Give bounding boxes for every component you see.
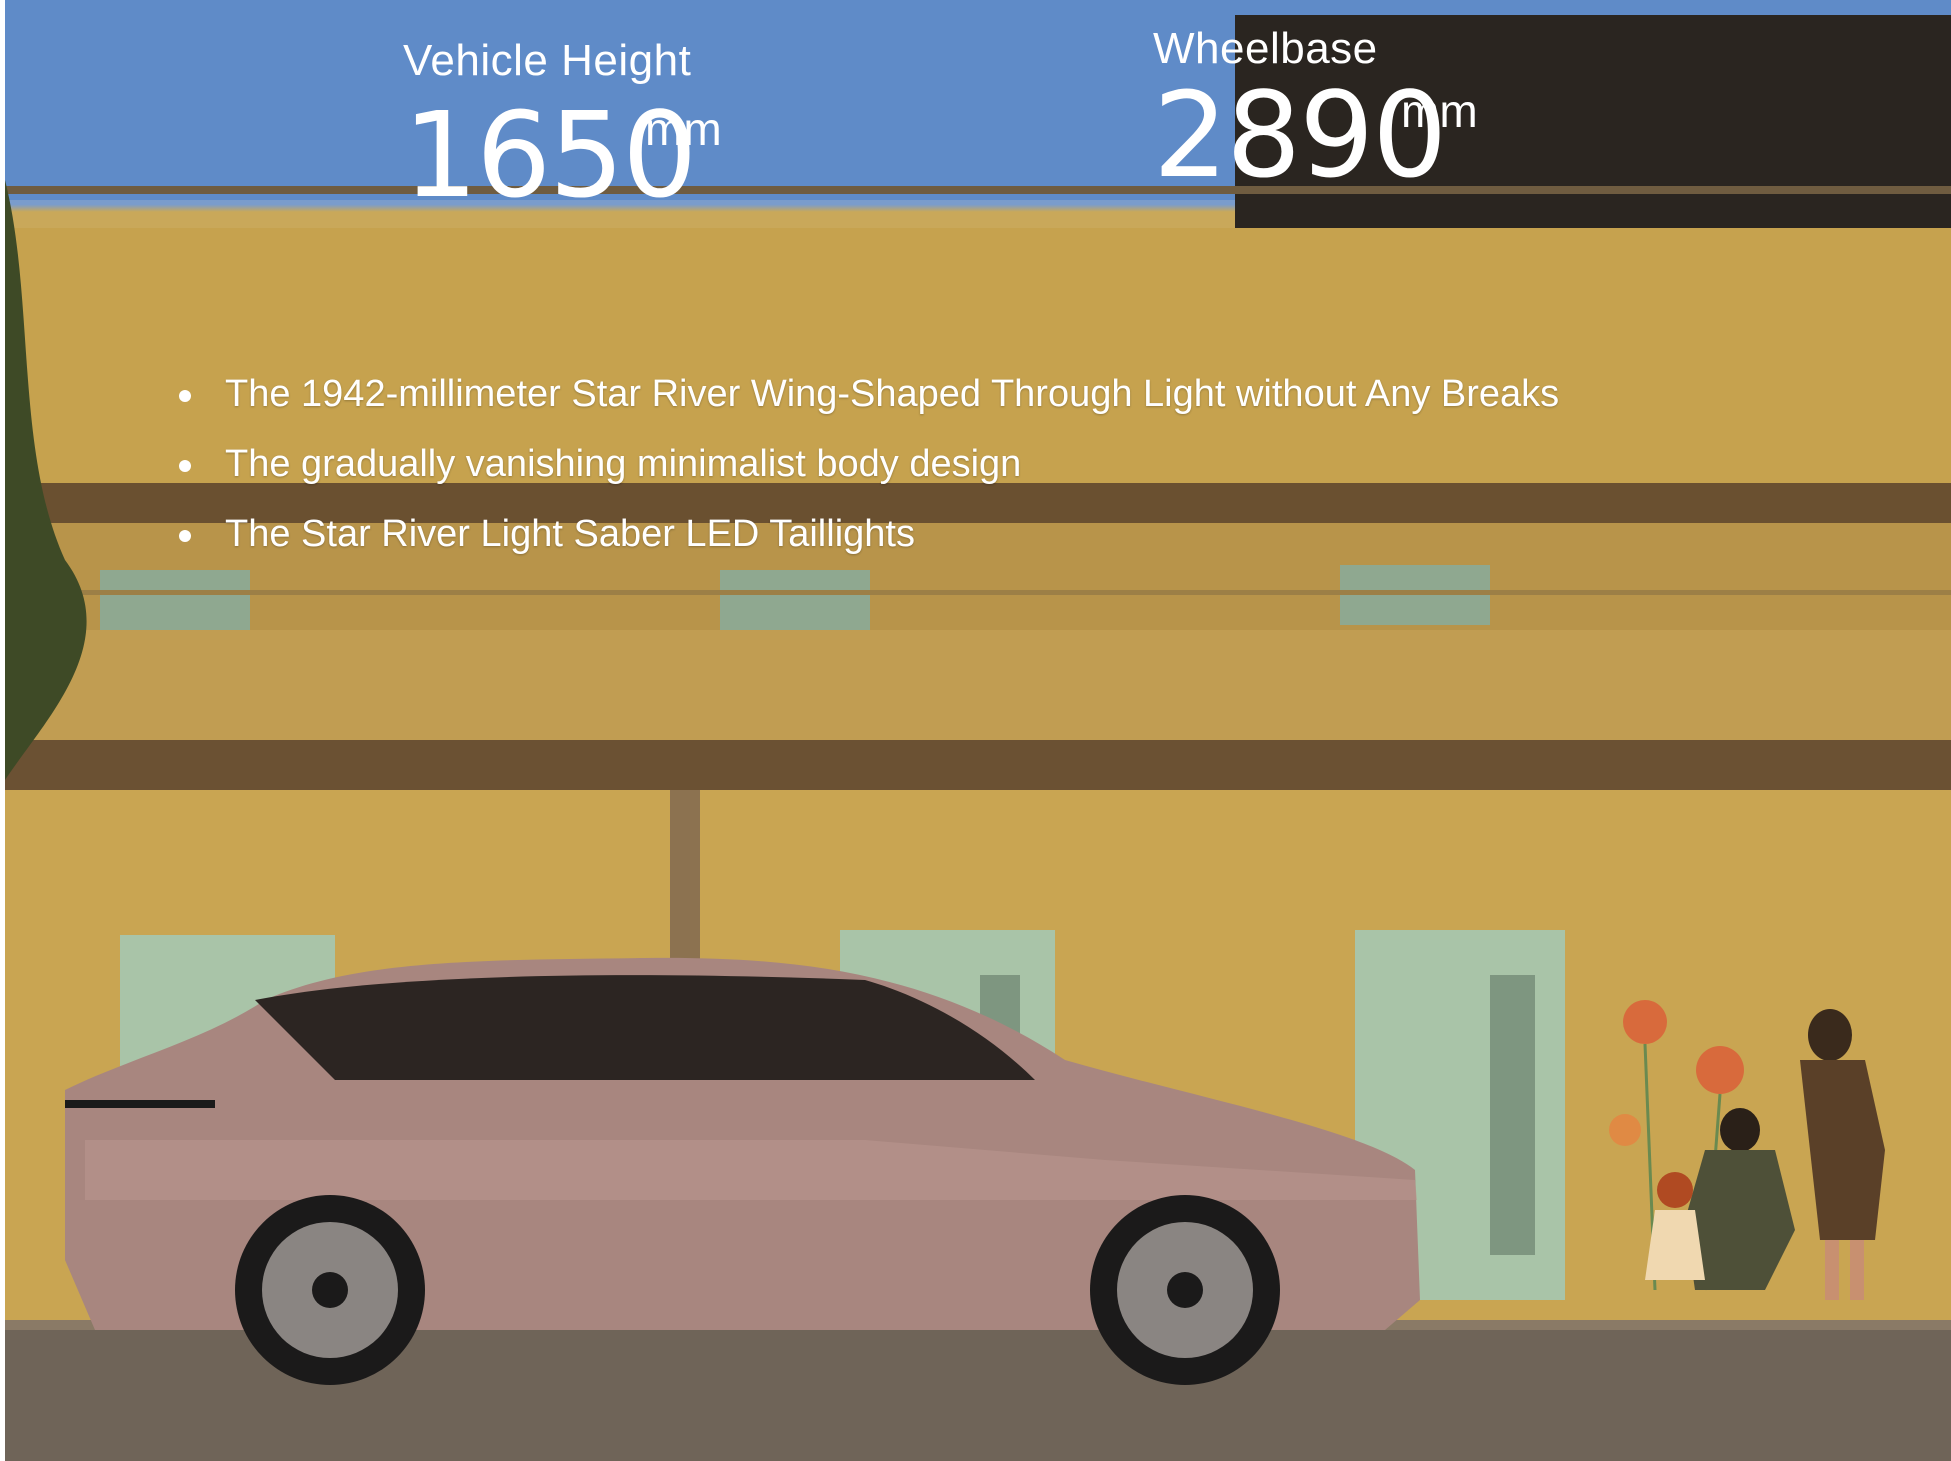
slide-background: Vehicle Height 1650 mm Wheelbase 2890 mm… — [5, 0, 1951, 1461]
window-2 — [720, 570, 870, 630]
feature-list: The 1942-millimeter Star River Wing-Shap… — [175, 368, 1559, 578]
balcony-railing — [5, 590, 1951, 595]
roof-railing — [5, 186, 1951, 194]
height-unit: mm — [645, 103, 722, 155]
height-label: Vehicle Height — [403, 36, 692, 85]
window-1 — [100, 570, 250, 630]
feature-item: The gradually vanishing minimalist body … — [175, 438, 1559, 508]
feature-item: The Star River Light Saber LED Taillight… — [175, 508, 1559, 578]
feature-item: The 1942-millimeter Star River Wing-Shap… — [175, 368, 1559, 438]
post — [670, 790, 700, 960]
wheelbase-unit: mm — [1401, 85, 1478, 137]
balcony-slab — [5, 630, 1951, 740]
eave-2 — [5, 740, 1951, 790]
building-scene — [5, 0, 1951, 1461]
